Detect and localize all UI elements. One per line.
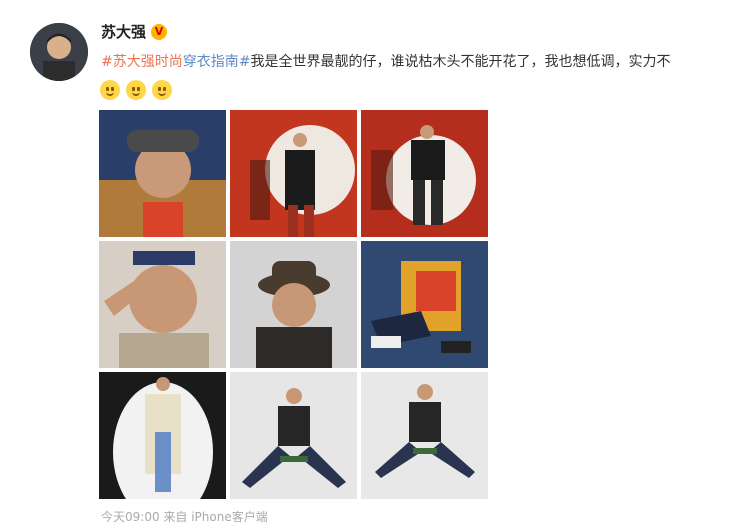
emoji-row (100, 80, 172, 100)
post-author[interactable]: 苏大强 V (101, 21, 168, 42)
photo-thumbnail[interactable] (99, 372, 226, 499)
weibo-post-card: 苏大强 V #苏大强时尚穿衣指南#我是全世界最靓的仔，谁说枯木头不能开花了，我也… (0, 0, 740, 524)
smile-emoji-icon (126, 80, 146, 100)
photo-thumbnail[interactable] (230, 241, 357, 368)
post-meta: 今天09:00 来自 iPhone客户端 (101, 510, 268, 524)
photo-thumbnail[interactable] (99, 110, 226, 237)
avatar-image (30, 23, 88, 81)
smile-emoji-icon (100, 80, 120, 100)
member-badge-icon: V (151, 23, 168, 40)
hashtag-link-part[interactable]: 穿衣指南# (183, 54, 251, 70)
avatar[interactable] (30, 23, 88, 81)
post-body: 我是全世界最靓的仔，谁说枯木头不能开花了，我也想低调，实力不 (250, 54, 671, 70)
photo-thumbnail[interactable] (361, 372, 488, 499)
photo-thumbnail[interactable] (230, 372, 357, 499)
photo-grid (99, 110, 488, 499)
post-text: #苏大强时尚穿衣指南#我是全世界最靓的仔，谁说枯木头不能开花了，我也想低调，实力… (101, 53, 740, 71)
author-name[interactable]: 苏大强 (101, 21, 146, 42)
photo-thumbnail[interactable] (99, 241, 226, 368)
photo-thumbnail[interactable] (361, 241, 488, 368)
hashtag-link[interactable]: #苏大强时尚 (101, 54, 183, 70)
smile-emoji-icon (152, 80, 172, 100)
photo-thumbnail[interactable] (361, 110, 488, 237)
photo-thumbnail[interactable] (230, 110, 357, 237)
